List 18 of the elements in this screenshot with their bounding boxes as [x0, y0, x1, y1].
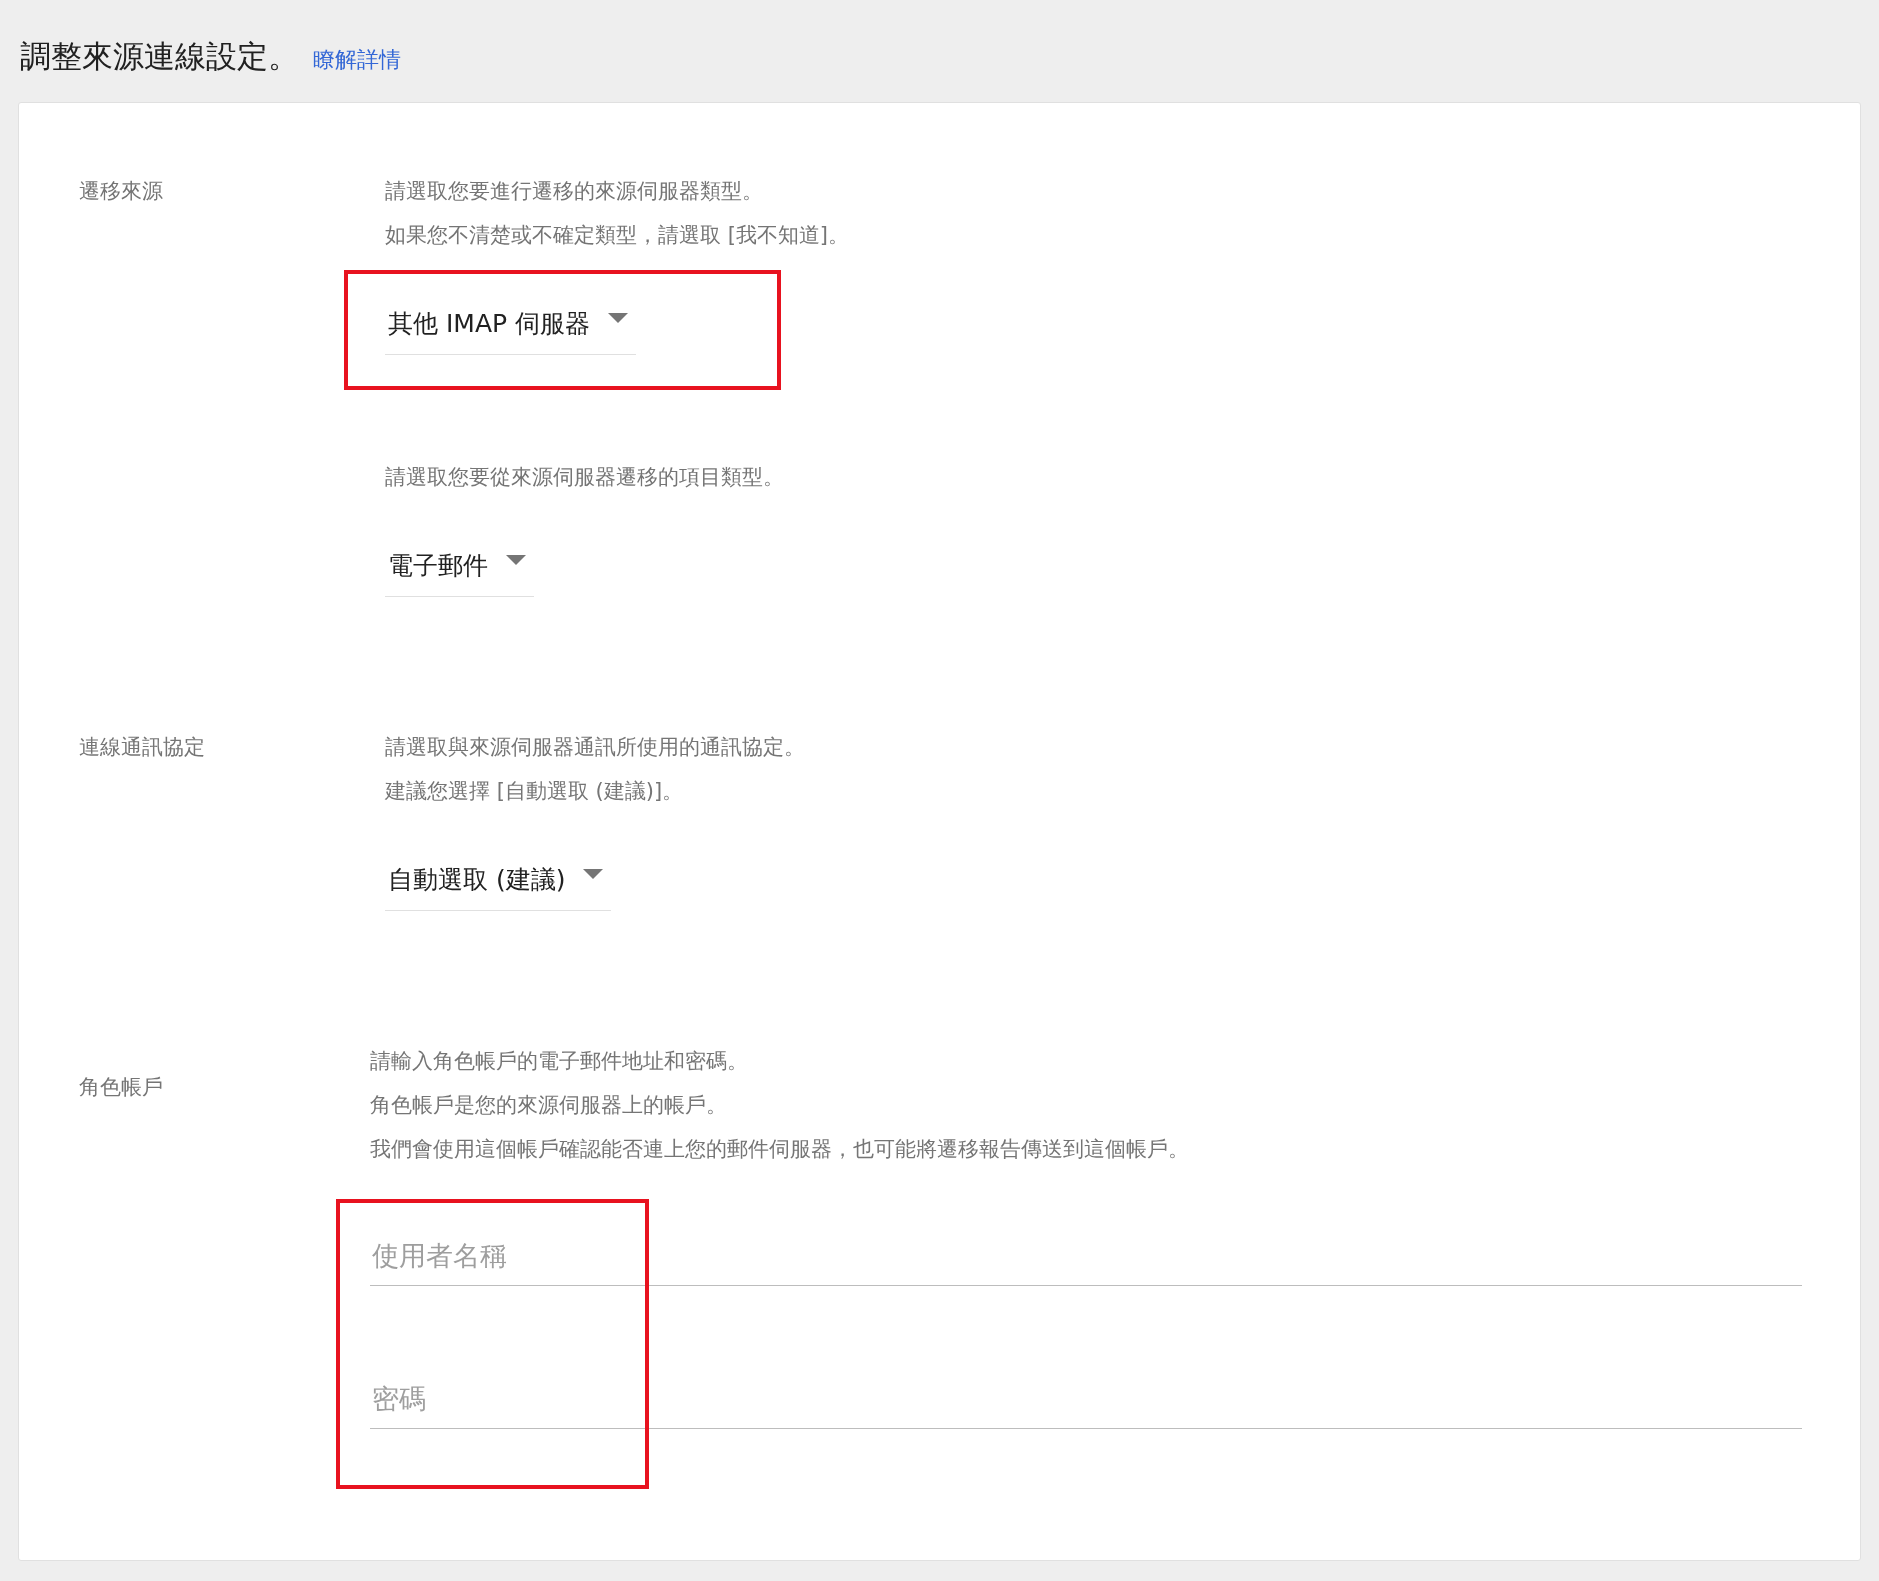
- input-field[interactable]: 使用者名稱: [370, 1225, 1802, 1286]
- learn-more-link[interactable]: 瞭解詳情: [313, 45, 401, 75]
- description-text: 請輸入角色帳戶的電子郵件地址和密碼。: [370, 1048, 749, 1075]
- caret-icon: [583, 868, 604, 879]
- description-text: 請選取您要進行遷移的來源伺服器類型。: [385, 178, 764, 205]
- description-text: 角色帳戶是您的來源伺服器上的帳戶。: [370, 1092, 728, 1119]
- description-text: 請選取與來源伺服器通訊所使用的通訊協定。: [385, 734, 805, 761]
- description-text: 我們會使用這個帳戶確認能否連上您的郵件伺服器，也可能將遷移報告傳送到這個帳戶。: [370, 1136, 1190, 1163]
- section-label: 角色帳戶: [79, 1074, 164, 1101]
- description-text: 請選取您要從來源伺服器遷移的項目類型。: [385, 464, 785, 491]
- description-text: 如果您不清楚或不確定類型，請選取 [我不知道]。: [385, 222, 850, 249]
- section-label: 連線通訊協定: [79, 734, 206, 761]
- section-label: 遷移來源: [79, 178, 164, 205]
- page-title: 調整來源連線設定。: [20, 37, 299, 76]
- caret-icon: [608, 312, 628, 323]
- input-field[interactable]: 密碼: [370, 1368, 1802, 1429]
- description-text: 建議您選擇 [自動選取 (建議)]。: [385, 778, 685, 805]
- caret-icon: [506, 554, 526, 565]
